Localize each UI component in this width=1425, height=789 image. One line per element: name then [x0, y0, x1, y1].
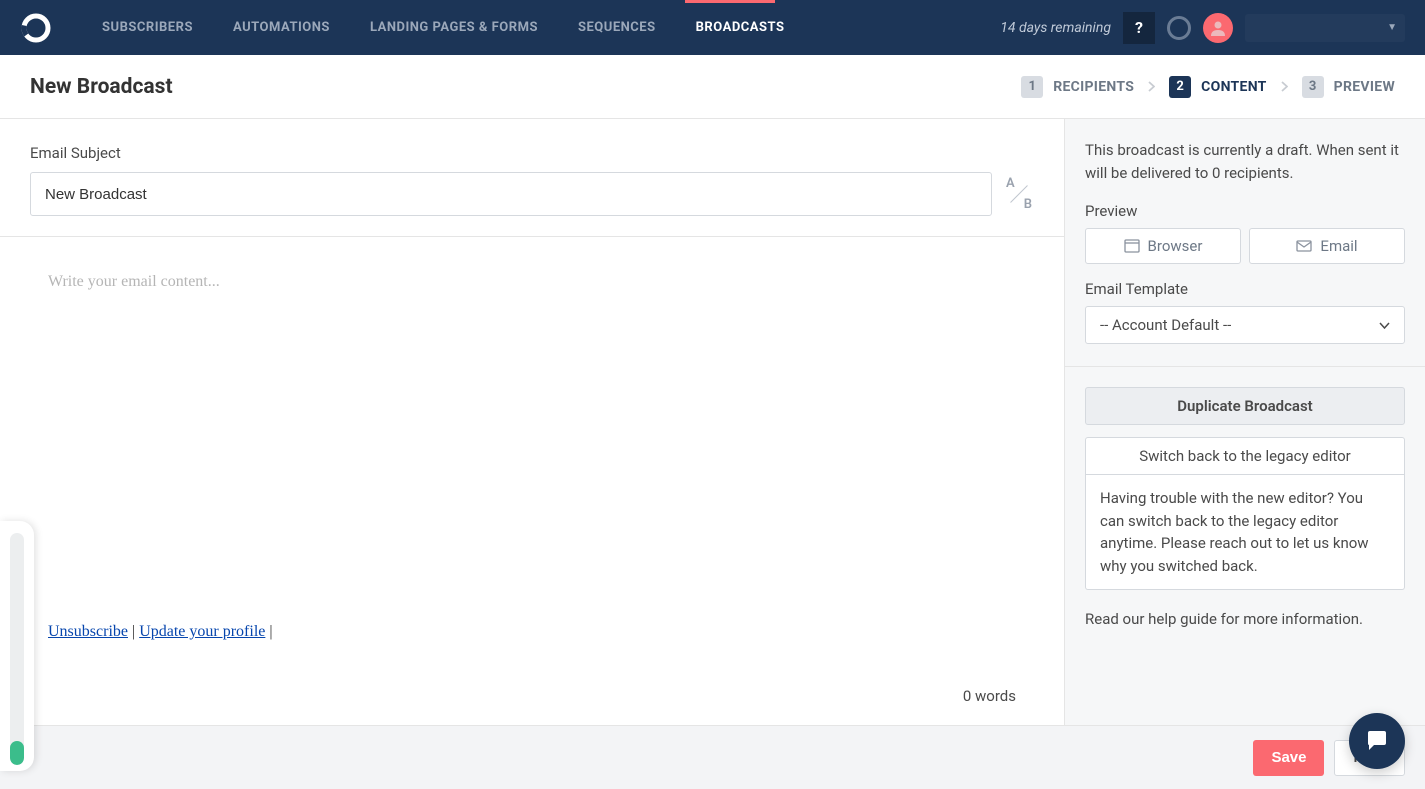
template-select[interactable]: -- Account Default -- [1085, 306, 1405, 344]
step-recipients[interactable]: 1 RECIPIENTS [1021, 76, 1134, 98]
browser-icon [1124, 239, 1140, 253]
progress-fill [10, 741, 24, 765]
chevron-right-icon [1148, 81, 1155, 92]
step-preview[interactable]: 3 PREVIEW [1302, 76, 1395, 98]
chevron-right-icon [1281, 81, 1288, 92]
chat-widget[interactable] [1349, 713, 1405, 769]
preview-browser-button[interactable]: Browser [1085, 228, 1241, 264]
logo-icon [21, 13, 51, 43]
update-profile-link[interactable]: Update your profile [139, 623, 265, 640]
separator: | [128, 623, 139, 640]
editor-section[interactable]: Write your email content... Unsubscribe … [0, 237, 1064, 687]
app-logo[interactable] [20, 12, 52, 44]
draft-note: This broadcast is currently a draft. Whe… [1085, 139, 1405, 184]
user-dropdown[interactable]: ▼ [1245, 14, 1405, 42]
ab-a: A [1006, 176, 1015, 191]
page-header: New Broadcast 1 RECIPIENTS 2 CONTENT 3 P… [0, 55, 1425, 119]
subject-label: Email Subject [30, 144, 1034, 162]
navbar-right: 14 days remaining ? ▼ [1000, 12, 1405, 44]
wizard-steps: 1 RECIPIENTS 2 CONTENT 3 PREVIEW [1021, 76, 1395, 98]
nav-subscribers[interactable]: SUBSCRIBERS [102, 20, 193, 35]
nav-automations[interactable]: AUTOMATIONS [233, 20, 330, 35]
preview-buttons: Browser Email [1085, 228, 1405, 264]
preview-label: Preview [1085, 202, 1405, 220]
step-label: CONTENT [1201, 79, 1267, 95]
subject-row: A B [30, 172, 1034, 216]
trial-text: 14 days remaining [1000, 20, 1111, 36]
content-area: Email Subject A B Write your email conte… [0, 119, 1065, 725]
separator: | [265, 623, 272, 640]
template-value: -- Account Default -- [1100, 316, 1231, 334]
ab-b: B [1024, 197, 1032, 212]
nav-sequences[interactable]: SEQUENCES [578, 20, 656, 35]
template-select-box: -- Account Default -- [1085, 306, 1405, 344]
preview-browser-label: Browser [1148, 237, 1203, 255]
step-content[interactable]: 2 CONTENT [1169, 76, 1267, 98]
person-icon [1209, 19, 1227, 37]
progress-track [10, 533, 24, 765]
bottom-action-bar: Save Next [0, 725, 1425, 789]
unsubscribe-link[interactable]: Unsubscribe [48, 623, 128, 640]
preview-email-label: Email [1320, 237, 1357, 255]
email-footer-links: Unsubscribe | Update your profile | [48, 623, 1016, 641]
help-button[interactable]: ? [1123, 12, 1155, 44]
step-num: 1 [1021, 76, 1043, 98]
divider [1065, 366, 1425, 367]
template-label: Email Template [1085, 280, 1405, 298]
main-layout: Email Subject A B Write your email conte… [0, 119, 1425, 725]
word-count: 0 words [0, 687, 1064, 725]
progress-widget[interactable] [0, 521, 34, 771]
user-avatar[interactable] [1203, 13, 1233, 43]
chevron-down-icon [1379, 322, 1390, 329]
editor-placeholder: Write your email content... [48, 273, 1016, 603]
subject-input[interactable] [30, 172, 992, 216]
switch-legacy-editor-button[interactable]: Switch back to the legacy editor [1085, 437, 1405, 475]
step-label: RECIPIENTS [1053, 79, 1134, 95]
nav-broadcasts[interactable]: BROADCASTS [696, 20, 785, 35]
subject-section: Email Subject A B [0, 119, 1064, 237]
page-title: New Broadcast [30, 75, 173, 99]
step-label: PREVIEW [1334, 79, 1395, 95]
help-guide-text: Read our help guide for more information… [1085, 610, 1405, 628]
loading-indicator-icon [1167, 16, 1191, 40]
legacy-note: Having trouble with the new editor? You … [1085, 475, 1405, 590]
envelope-icon [1296, 240, 1312, 252]
right-sidebar: This broadcast is currently a draft. Whe… [1065, 119, 1425, 725]
nav-items: SUBSCRIBERS AUTOMATIONS LANDING PAGES & … [102, 20, 784, 35]
step-num: 3 [1302, 76, 1324, 98]
duplicate-broadcast-button[interactable]: Duplicate Broadcast [1085, 387, 1405, 425]
save-button[interactable]: Save [1253, 740, 1324, 776]
top-navbar: SUBSCRIBERS AUTOMATIONS LANDING PAGES & … [0, 0, 1425, 55]
navbar-accent [685, 0, 775, 3]
chat-icon [1363, 727, 1391, 755]
step-num: 2 [1169, 76, 1191, 98]
preview-email-button[interactable]: Email [1249, 228, 1405, 264]
nav-landing-pages-forms[interactable]: LANDING PAGES & FORMS [370, 20, 538, 35]
caret-down-icon: ▼ [1387, 22, 1397, 33]
ab-test-toggle[interactable]: A B [1004, 174, 1034, 214]
